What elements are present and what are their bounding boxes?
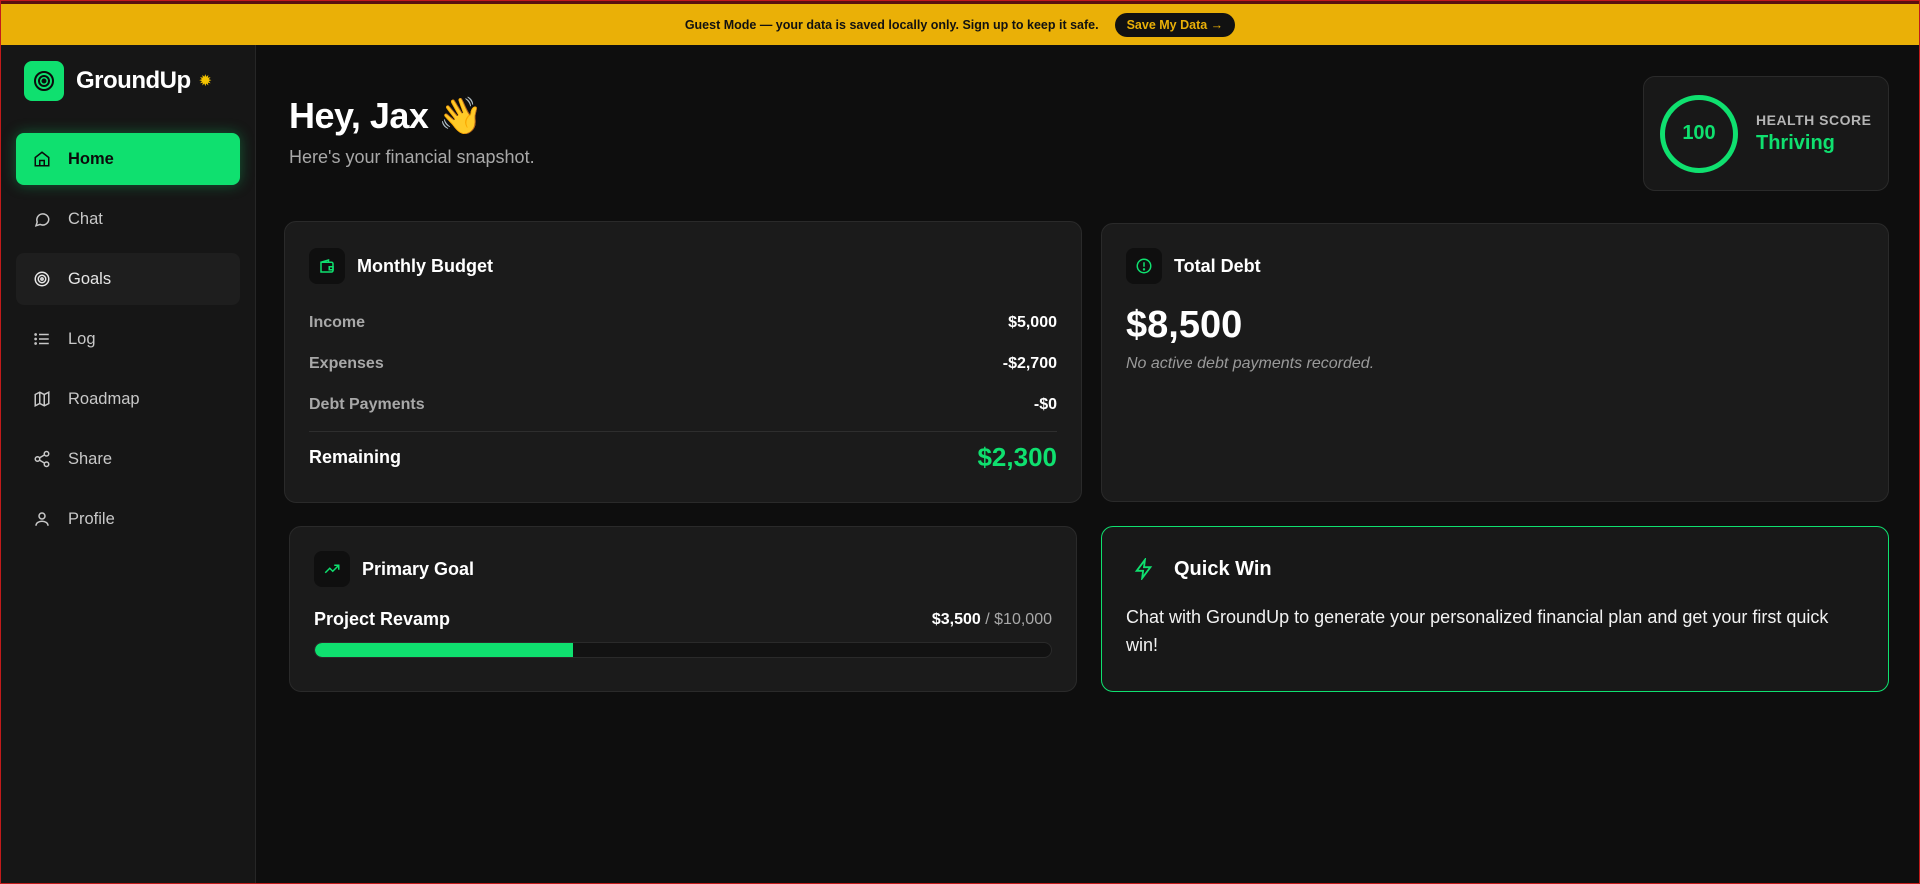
brand-name: GroundUp	[76, 67, 191, 94]
sidebar-item-home[interactable]: Home	[16, 133, 240, 185]
sidebar: GroundUp ✹ Home Chat Goals Log Roadmap S…	[1, 45, 256, 883]
health-score-status: Thriving	[1756, 132, 1835, 154]
sidebar-item-label: Chat	[68, 209, 103, 228]
page-subtitle: Here's your financial snapshot.	[289, 147, 535, 167]
primary-goal-card[interactable]: Primary Goal Project Revamp $3,500 / $10…	[289, 526, 1077, 692]
sidebar-item-goals[interactable]: Goals	[16, 253, 240, 305]
brand-logo-icon	[24, 61, 64, 101]
target-icon	[32, 269, 52, 289]
lightning-icon	[1126, 551, 1162, 587]
goal-progress-fill	[315, 643, 573, 657]
alert-circle-icon	[1126, 248, 1162, 284]
save-my-data-button[interactable]: Save My Data →	[1114, 12, 1236, 37]
health-score-label: HEALTH SCORE	[1756, 112, 1872, 128]
brand[interactable]: GroundUp ✹	[24, 61, 212, 101]
wallet-icon	[309, 248, 345, 284]
sidebar-item-label: Log	[68, 329, 96, 348]
remaining-label: Remaining	[309, 447, 402, 467]
page-title: Hey, Jax 👋	[289, 95, 483, 136]
guest-mode-text: Guest Mode — your data is saved locally …	[684, 17, 1099, 32]
health-score-value: 100	[1682, 122, 1716, 144]
guest-mode-banner: Guest Mode — your data is saved locally …	[1, 1, 1919, 45]
goal-separator: /	[980, 610, 995, 628]
quick-win-card[interactable]: Quick Win Chat with GroundUp to generate…	[1101, 526, 1889, 692]
divider	[309, 431, 1057, 432]
goal-target-amount: $10,000	[994, 610, 1052, 628]
card-title: Quick Win	[1174, 557, 1272, 580]
health-score-card: 100 HEALTH SCORE Thriving	[1643, 76, 1889, 191]
debt-note: No active debt payments recorded.	[1126, 355, 1375, 372]
budget-row-value: -$0	[1033, 395, 1057, 413]
user-icon	[32, 509, 52, 529]
sun-icon: ✹	[198, 73, 213, 90]
monthly-budget-card: Monthly Budget Income $5,000 Expenses -$…	[284, 221, 1082, 503]
budget-row-label: Expenses	[309, 354, 384, 372]
list-icon	[32, 329, 52, 349]
home-icon	[32, 149, 52, 169]
sidebar-item-label: Roadmap	[68, 389, 140, 408]
budget-row-value: -$2,700	[1002, 354, 1057, 372]
sidebar-item-roadmap[interactable]: Roadmap	[16, 373, 240, 425]
budget-row-label: Income	[309, 313, 366, 331]
budget-row-label: Debt Payments	[309, 395, 425, 413]
health-score-ring: 100	[1660, 94, 1738, 173]
budget-remaining: Remaining $2,300	[309, 442, 1057, 473]
budget-row-value: $5,000	[1008, 313, 1057, 331]
trending-up-icon	[314, 551, 350, 587]
sidebar-item-label: Share	[68, 449, 113, 468]
sidebar-item-label: Home	[68, 149, 114, 168]
sidebar-nav: Home Chat Goals Log Roadmap Share Profil…	[16, 133, 240, 553]
quick-win-text: Chat with GroundUp to generate your pers…	[1126, 607, 1829, 655]
card-title: Monthly Budget	[357, 255, 493, 276]
goal-name: Project Revamp	[314, 609, 451, 629]
remaining-value: $2,300	[977, 442, 1057, 472]
sidebar-item-chat[interactable]: Chat	[16, 193, 240, 245]
card-title: Total Debt	[1174, 255, 1261, 276]
sidebar-item-profile[interactable]: Profile	[16, 493, 240, 545]
total-debt-amount: $8,500	[1126, 304, 1243, 346]
goal-progress-bar	[314, 642, 1052, 658]
sidebar-item-label: Profile	[68, 509, 115, 528]
goal-current-amount: $3,500	[931, 610, 981, 628]
chat-icon	[32, 209, 52, 229]
budget-row-expenses: Expenses -$2,700	[309, 343, 1057, 384]
share-icon	[32, 449, 52, 469]
total-debt-card: Total Debt $8,500 No active debt payment…	[1101, 223, 1889, 502]
goal-amount: $3,500 / $10,000	[932, 611, 1052, 629]
sidebar-item-label: Goals	[68, 269, 112, 288]
budget-row-debt-payments: Debt Payments -$0	[309, 384, 1057, 425]
sidebar-item-share[interactable]: Share	[16, 433, 240, 485]
map-icon	[32, 389, 52, 409]
card-title: Primary Goal	[362, 558, 475, 579]
sidebar-item-log[interactable]: Log	[16, 313, 240, 365]
budget-row-income: Income $5,000	[309, 302, 1057, 343]
